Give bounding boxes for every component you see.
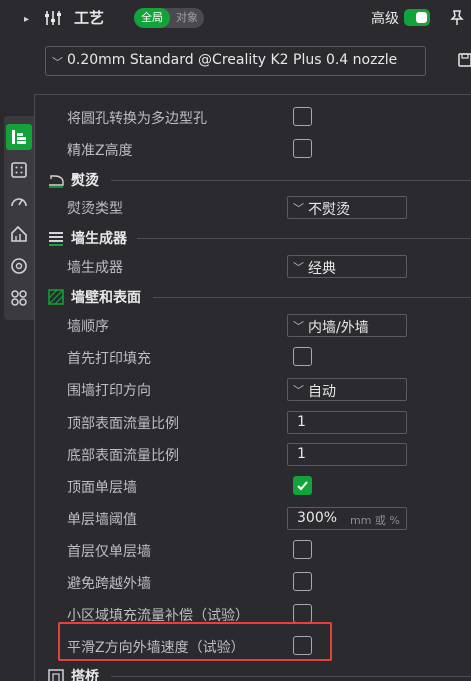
section-title: 墙壁和表面 <box>71 290 141 306</box>
advanced-label: 高级 <box>371 11 399 27</box>
setting-row-convert-holes: 将圆孔转换为多边型孔 <box>35 101 471 133</box>
chevron-down-icon: ﹀ <box>52 56 63 69</box>
multi-shape-icon[interactable] <box>6 285 32 311</box>
setting-row-one-wall-threshold: 单层墙阈值 300% mm 或 % <box>35 502 471 534</box>
process-header: 工艺 全局 对象 高级 <box>34 0 471 36</box>
checkmark-icon <box>297 481 308 491</box>
support-icon[interactable] <box>6 221 32 247</box>
section-divider <box>137 238 471 239</box>
avoid-crossing-checkbox[interactable] <box>293 572 312 591</box>
wall-direction-dropdown[interactable]: ﹀ 自动 <box>287 378 407 401</box>
input-unit: mm 或 % <box>350 514 400 527</box>
pin-icon[interactable] <box>448 9 466 27</box>
settings-panel: 将圆孔转换为多边型孔 精准Z高度 熨烫 熨烫类型 ﹀ 不熨烫 墙生成器 墙生成器 <box>34 94 471 681</box>
wall-order-dropdown[interactable]: ﹀ 内墙/外墙 <box>287 314 407 337</box>
setting-label: 熨烫类型 <box>67 201 123 217</box>
small-area-flow-checkbox[interactable] <box>293 604 312 623</box>
layers-icon[interactable] <box>6 124 32 150</box>
speed-gauge-icon[interactable] <box>6 189 32 215</box>
section-walls-surfaces: 墙壁和表面 <box>35 284 471 310</box>
setting-row-wall-direction: 围墙打印方向 ﹀ 自动 <box>35 373 471 405</box>
section-title: 熨烫 <box>71 173 99 189</box>
bottom-flow-input[interactable]: 1 <box>287 443 407 466</box>
left-strip: ▸ <box>0 0 34 681</box>
setting-row-infill-first: 首先打印填充 <box>35 341 471 373</box>
infill-first-checkbox[interactable] <box>293 347 312 366</box>
setting-label: 顶部表面流量比例 <box>67 416 179 432</box>
dropdown-value: 经典 <box>308 261 336 277</box>
section-bridging: 搭桥 <box>35 663 471 681</box>
setting-label: 单层墙阈值 <box>67 512 137 528</box>
input-value: 1 <box>297 414 306 430</box>
dropdown-value: 不熨烫 <box>308 202 350 218</box>
setting-row-top-flow: 顶部表面流量比例 1 <box>35 406 471 438</box>
tool-rail <box>4 116 34 320</box>
setting-row-top-one-wall: 顶面单层墙 <box>35 470 471 502</box>
setting-row-ironing-type: 熨烫类型 ﹀ 不熨烫 <box>35 191 471 223</box>
convert-holes-checkbox[interactable] <box>293 107 312 126</box>
scope-object-option[interactable]: 对象 <box>172 8 202 28</box>
infill-grid-icon[interactable] <box>6 157 32 183</box>
section-title: 搭桥 <box>71 669 99 681</box>
section-title: 墙生成器 <box>71 231 127 247</box>
setting-row-first-layer-one-wall: 首层仅单层墙 <box>35 534 471 566</box>
top-one-wall-checkbox[interactable] <box>293 476 312 495</box>
setting-row-precise-z: 精准Z高度 <box>35 133 471 165</box>
filament-spool-icon[interactable] <box>6 253 32 279</box>
setting-label: 顶面单层墙 <box>67 480 137 496</box>
setting-label: 墙生成器 <box>67 260 123 276</box>
setting-label: 墙顺序 <box>67 319 109 335</box>
dropdown-value: 自动 <box>308 384 336 400</box>
input-value: 1 <box>297 446 306 462</box>
sliders-icon <box>45 11 61 25</box>
section-ironing: 熨烫 <box>35 167 471 193</box>
process-preset-dropdown[interactable]: ﹀ 0.20mm Standard @Creality K2 Plus 0.4 … <box>45 46 426 76</box>
setting-row-wall-generator: 墙生成器 ﹀ 经典 <box>35 250 471 282</box>
chevron-down-icon: ﹀ <box>293 202 304 215</box>
dropdown-value: 内墙/外墙 <box>308 320 369 336</box>
setting-row-avoid-crossing: 避免跨越外墙 <box>35 566 471 598</box>
wall-generator-icon <box>49 232 63 246</box>
setting-label: 首先打印填充 <box>67 351 151 367</box>
setting-label: 首层仅单层墙 <box>67 544 151 560</box>
input-value: 300% <box>297 510 338 526</box>
page-title: 工艺 <box>74 9 105 27</box>
setting-row-bottom-flow: 底部表面流量比例 1 <box>35 438 471 470</box>
preset-selected-value: 0.20mm Standard @Creality K2 Plus 0.4 no… <box>67 52 398 68</box>
chevron-down-icon: ﹀ <box>293 320 304 333</box>
highlight-annotation <box>58 622 332 661</box>
advanced-toggle[interactable] <box>404 9 430 26</box>
setting-label: 精准Z高度 <box>67 143 133 159</box>
setting-label: 底部表面流量比例 <box>67 448 179 464</box>
wall-generator-dropdown[interactable]: ﹀ 经典 <box>287 255 407 278</box>
walls-surfaces-icon <box>48 289 64 305</box>
chevron-down-icon: ﹀ <box>293 261 304 274</box>
toggle-knob <box>416 12 427 23</box>
setting-row-wall-order: 墙顺序 ﹀ 内墙/外墙 <box>35 309 471 341</box>
one-wall-threshold-input[interactable]: 300% mm 或 % <box>287 507 407 530</box>
iron-icon <box>49 175 64 188</box>
scope-global-option[interactable]: 全局 <box>134 8 170 28</box>
section-divider <box>111 180 471 181</box>
top-flow-input[interactable]: 1 <box>287 411 407 434</box>
setting-label: 避免跨越外墙 <box>67 576 151 592</box>
collapse-arrow-icon[interactable]: ▸ <box>24 12 34 28</box>
save-icon[interactable] <box>458 52 471 68</box>
chevron-down-icon: ﹀ <box>293 384 304 397</box>
ironing-type-dropdown[interactable]: ﹀ 不熨烫 <box>287 196 407 219</box>
section-divider <box>111 676 471 677</box>
scope-toggle[interactable]: 全局 对象 <box>134 8 204 28</box>
setting-label: 将圆孔转换为多边型孔 <box>67 111 207 127</box>
first-layer-one-wall-checkbox[interactable] <box>293 540 312 559</box>
section-divider <box>153 297 471 298</box>
bridge-icon <box>48 669 64 681</box>
setting-label: 围墙打印方向 <box>67 383 151 399</box>
section-wall-generator: 墙生成器 <box>35 225 471 251</box>
precise-z-checkbox[interactable] <box>293 139 312 158</box>
